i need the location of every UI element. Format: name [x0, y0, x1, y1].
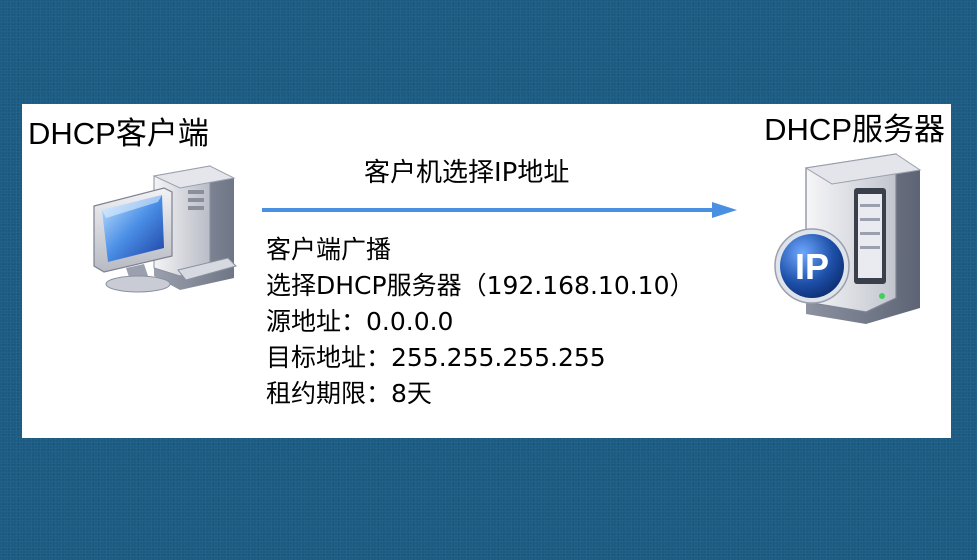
computer-icon	[93, 165, 237, 293]
flow-arrow	[262, 202, 737, 218]
ip-badge-text: IP	[795, 246, 829, 287]
client-label: DHCP客户端	[28, 116, 209, 151]
diagram-panel: DHCP客户端 DHCP服务器 IP 客户机选择IP地址 客户端广播 选择DHC…	[22, 104, 951, 438]
info-line-server-select: 选择DHCP服务器（192.168.10.10）	[266, 271, 695, 300]
info-line-destination: 目标地址：255.255.255.255	[266, 343, 606, 372]
server-icon: IP	[774, 153, 922, 324]
arrow-caption: 客户机选择IP地址	[364, 158, 570, 188]
ip-badge-icon: IP	[774, 228, 850, 304]
info-line-source: 源地址：0.0.0.0	[266, 307, 454, 336]
info-line-broadcast: 客户端广播	[266, 235, 392, 264]
message-details: 客户端广播 选择DHCP服务器（192.168.10.10） 源地址：0.0.0…	[266, 232, 694, 412]
server-label: DHCP服务器	[764, 112, 945, 147]
info-line-lease: 租约期限：8天	[266, 379, 432, 408]
